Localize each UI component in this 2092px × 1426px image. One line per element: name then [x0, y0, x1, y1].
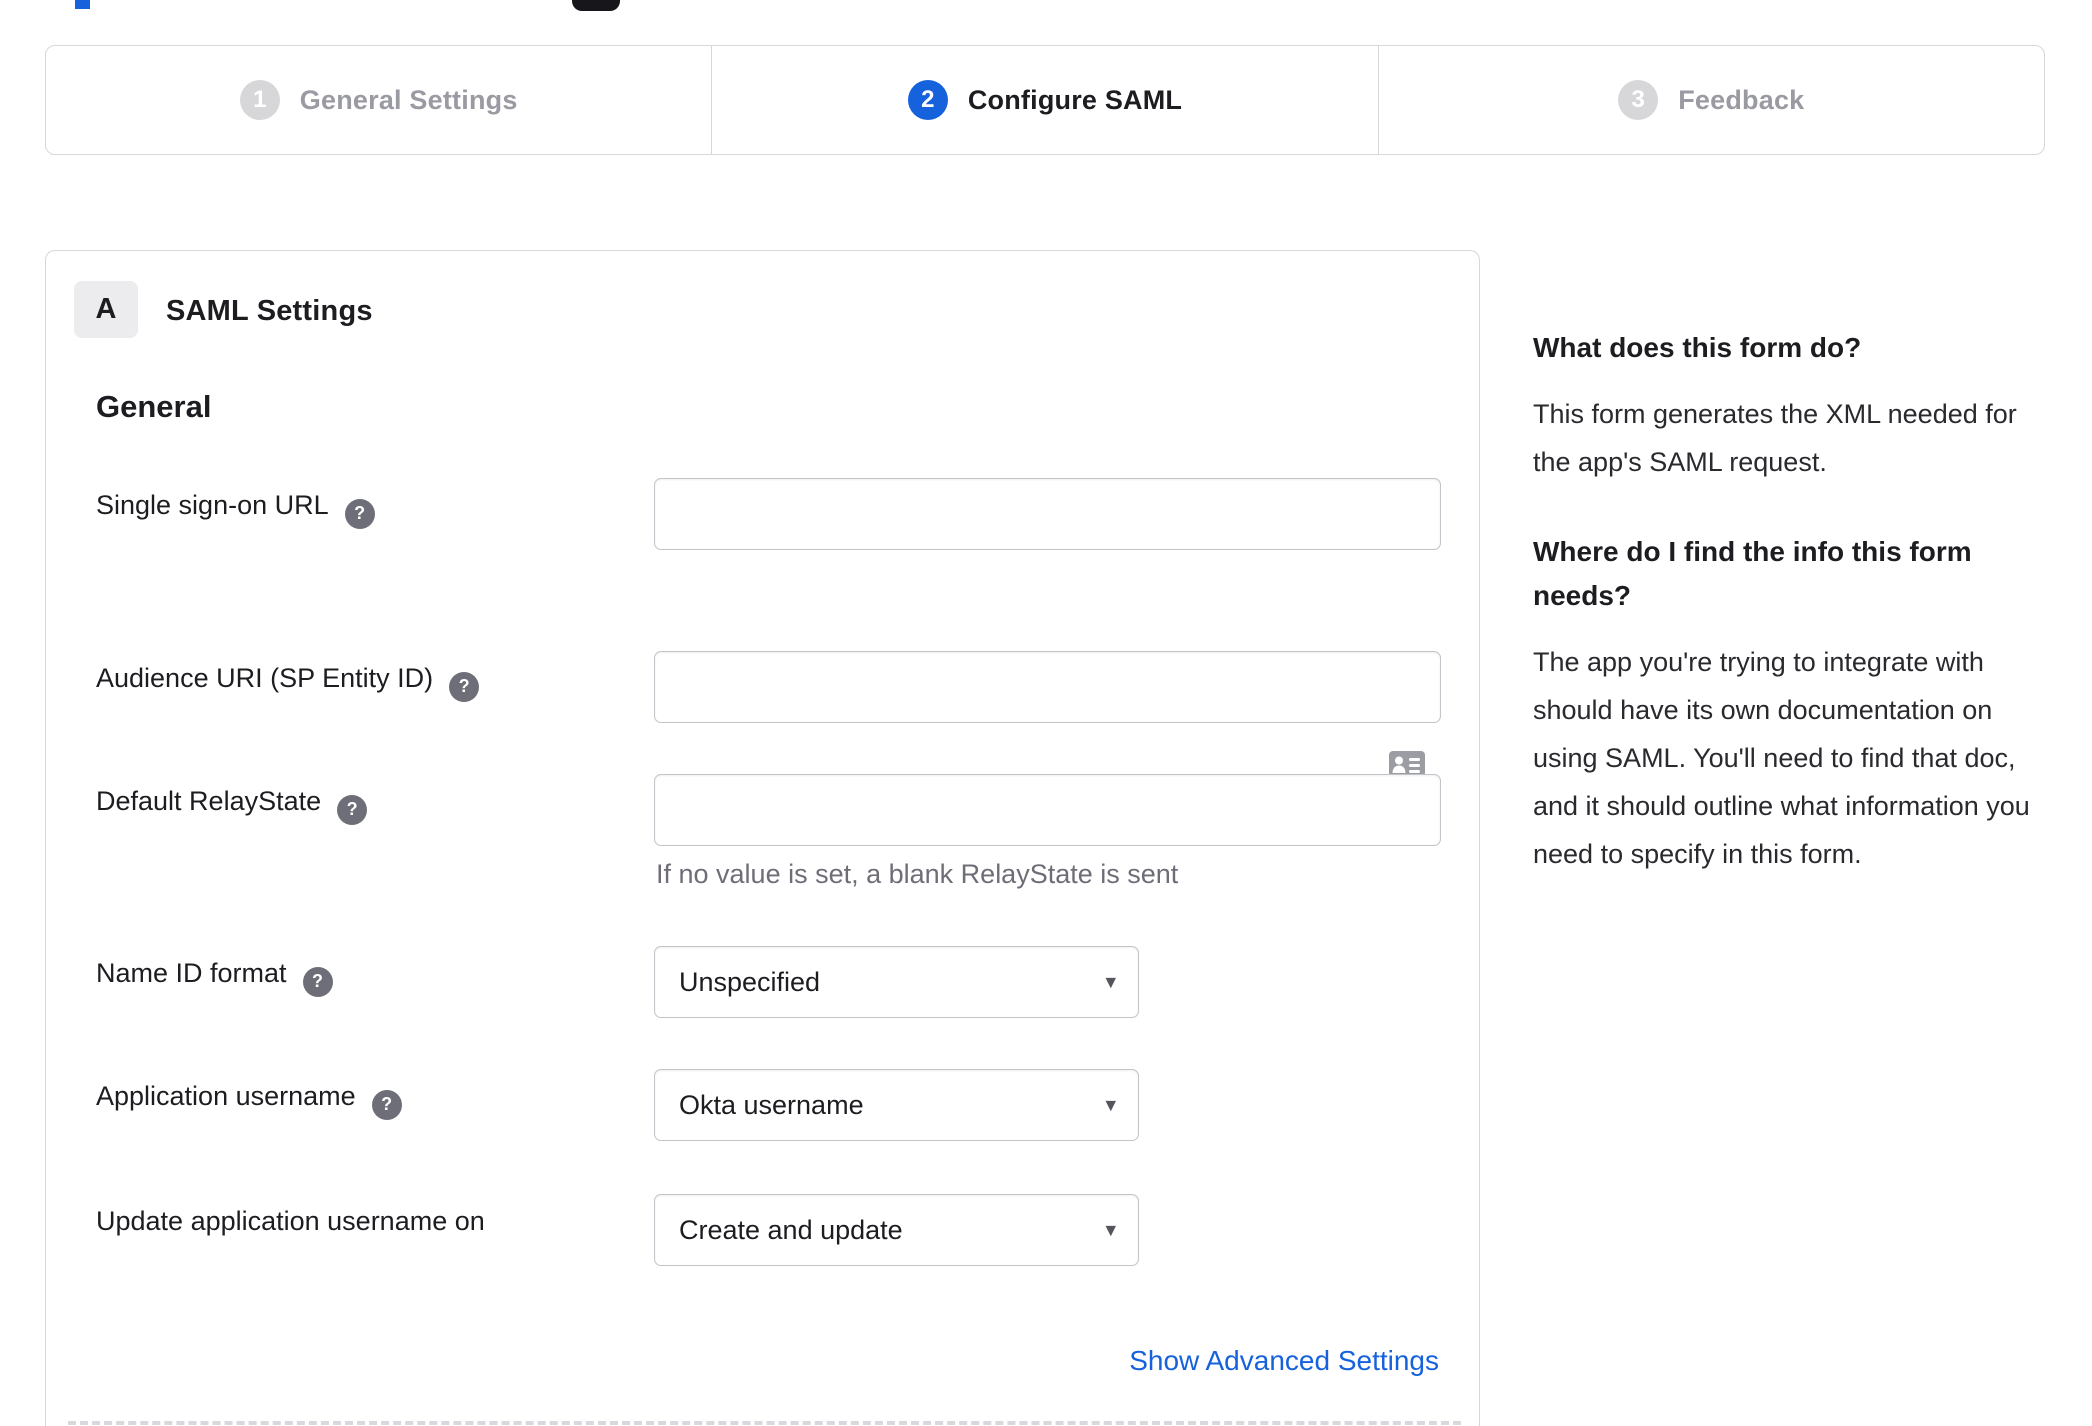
sso-url-input[interactable]: [654, 478, 1441, 550]
update-username-value: Create and update: [679, 1214, 903, 1245]
step-3-label: Feedback: [1678, 84, 1805, 115]
name-id-format-label-text: Name ID format: [96, 958, 287, 988]
update-username-label-text: Update application username on: [96, 1206, 485, 1236]
saml-settings-panel: A SAML Settings General Single sign-on U…: [45, 250, 1480, 1426]
audience-uri-label-text: Audience URI (SP Entity ID): [96, 663, 434, 693]
app-username-help-icon[interactable]: ?: [371, 1089, 402, 1120]
relay-state-label: Default RelayState?: [96, 786, 368, 825]
step-2-label: Configure SAML: [967, 84, 1183, 115]
audience-uri-label: Audience URI (SP Entity ID)?: [96, 663, 480, 702]
audience-uri-input[interactable]: [654, 651, 1441, 723]
relay-state-hint: If no value is set, a blank RelayState i…: [656, 859, 1179, 889]
help-section-what: What does this form do? This form genera…: [1533, 326, 2038, 486]
help-section-where: Where do I find the info this form needs…: [1533, 530, 2038, 878]
sso-url-label: Single sign-on URL?: [96, 490, 375, 529]
chevron-down-icon: ▾: [1105, 1218, 1116, 1242]
name-id-format-label: Name ID format?: [96, 958, 333, 997]
name-id-format-select[interactable]: Unspecified ▾: [654, 946, 1139, 1018]
step-3-number-badge: 3: [1618, 80, 1659, 120]
help-sidebar: What does this form do? This form genera…: [1533, 326, 2038, 878]
relay-state-help-icon[interactable]: ?: [337, 794, 368, 825]
top-dark-logo-fragment: [572, 0, 620, 11]
step-1-label: General Settings: [299, 84, 518, 115]
wizard-stepper: 1 General Settings 2 Configure SAML 3 Fe…: [45, 45, 2045, 155]
help-heading-what: What does this form do?: [1533, 332, 1862, 363]
help-body-what: This form generates the XML needed for t…: [1533, 399, 2017, 477]
general-group-heading: General: [96, 389, 212, 424]
audience-uri-help-icon[interactable]: ?: [449, 671, 480, 702]
sso-url-help-icon[interactable]: ?: [344, 498, 375, 529]
chevron-down-icon: ▾: [1105, 1093, 1116, 1117]
chevron-down-icon: ▾: [1105, 970, 1116, 994]
name-id-format-help-icon[interactable]: ?: [302, 966, 333, 997]
section-dashed-divider: [68, 1421, 1461, 1425]
step-2-number-badge: 2: [907, 80, 948, 120]
help-body-where: The app you're trying to integrate with …: [1533, 647, 2030, 869]
section-title: SAML Settings: [166, 295, 373, 327]
section-a-badge: A: [74, 281, 138, 338]
app-username-label: Application username?: [96, 1081, 402, 1120]
relay-state-label-text: Default RelayState: [96, 786, 322, 816]
relay-state-input[interactable]: [654, 774, 1441, 846]
help-heading-where: Where do I find the info this form needs…: [1533, 536, 1972, 611]
step-configure-saml: 2 Configure SAML: [711, 46, 1377, 154]
app-username-select[interactable]: Okta username ▾: [654, 1069, 1139, 1141]
name-id-format-value: Unspecified: [679, 966, 821, 997]
sso-url-label-text: Single sign-on URL: [96, 490, 329, 520]
app-username-value: Okta username: [679, 1089, 864, 1120]
update-username-label: Update application username on: [96, 1206, 485, 1237]
step-1-number-badge: 1: [239, 80, 280, 120]
top-left-blue-fragment: [75, 0, 90, 9]
update-username-select[interactable]: Create and update ▾: [654, 1194, 1139, 1266]
show-advanced-settings-link[interactable]: Show Advanced Settings: [1129, 1345, 1439, 1377]
step-general-settings: 1 General Settings: [46, 46, 711, 154]
step-feedback: 3 Feedback: [1377, 46, 2044, 154]
app-username-label-text: Application username: [96, 1081, 356, 1111]
